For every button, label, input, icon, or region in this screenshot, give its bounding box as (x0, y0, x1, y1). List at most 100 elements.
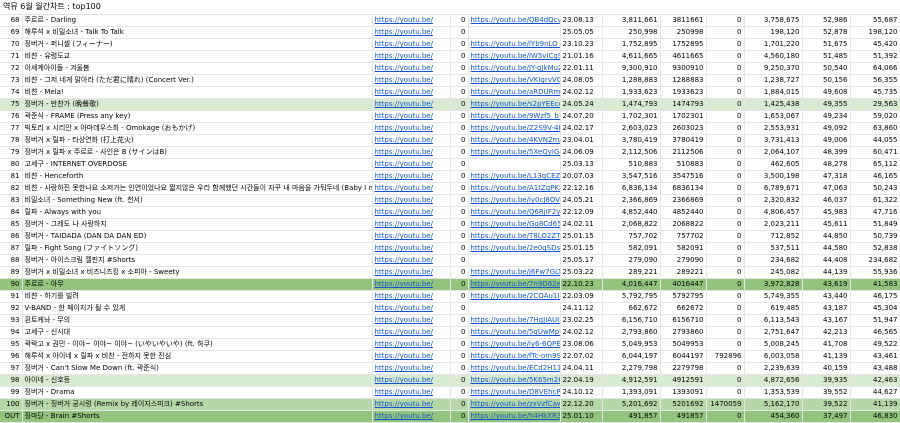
table-row[interactable]: 83 비밀소녀 - Something New (ft. 천서) https://y… (0, 194, 900, 207)
video-link-cell[interactable]: https://youtu.be/5K65m2K9hI (468, 374, 561, 387)
video-link-cell[interactable]: https://youtu.be/j6Fw7GLT8MI (468, 266, 561, 279)
short-link-cell[interactable]: https://youtu.be/ (372, 194, 451, 207)
table-row[interactable]: 95 곽락고 x 권민 - 이야~ 이야~ 이야~ (いやいやいや) (ft. 하… (0, 338, 900, 351)
video-link-cell[interactable]: https://youtu.be/L13gCEZJVRU (468, 170, 561, 183)
video-link-cell[interactable]: https://youtu.be/iy0cJ8OV1c (468, 194, 561, 207)
video-link-cell[interactable]: https://youtu.be/D8VEhcPe5lc (468, 386, 561, 399)
table-row[interactable]: 74 비챤 - Mela! https://youtu.be/0 https://yo… (0, 86, 900, 99)
short-link-cell[interactable]: https://youtu.be/ (372, 326, 451, 339)
short-link-cell[interactable]: https://youtu.be/ (372, 182, 451, 195)
video-link-cell[interactable]: https://youtu.be/9Wzf5_b1PU (468, 110, 561, 123)
short-link-cell[interactable]: https://youtu.be/ (372, 362, 451, 375)
table-row[interactable]: 72 이세계아이돌 - 겨울봄 https://youtu.be/0 https://… (0, 62, 900, 75)
video-link-cell[interactable]: https://youtu.be/VKIgrvVOpo (468, 74, 561, 87)
video-link-cell[interactable]: https://youtu.be/Z2S9V-4DMGw (468, 122, 561, 135)
video-link-cell[interactable]: https://youtu.be/2e0gSDsYueU (468, 242, 561, 255)
short-link-cell[interactable]: https://youtu.be/ (372, 314, 451, 327)
table-row[interactable]: 76 곽준식 - FRAME (Press any key) https://you… (0, 110, 900, 123)
video-link-cell[interactable]: https://youtu.be/iy6-6QPEes1k (468, 338, 561, 351)
table-row[interactable]: 89 징버거 x 비밀소녀 x 비즈니즈킹 x 소피아 - Sweety https… (0, 266, 900, 279)
short-link-cell[interactable]: https://youtu.be/ (372, 110, 451, 123)
table-row[interactable]: 68 주르르 - Darling https://youtu.be/0 https:/… (0, 15, 900, 27)
table-row[interactable]: 86 징버거 - TAIDADA (DAN DA DAN ED) https://y… (0, 230, 900, 243)
table-row[interactable]: 75 징버거 - 만찬가 (晩餐歌) https://youtu.be/0 https… (0, 98, 900, 111)
table-row[interactable]: OUT 징마당 - Brain #Shorts https://youtu.be/0… (0, 410, 900, 423)
short-link-cell[interactable]: https://youtu.be/ (372, 398, 451, 411)
table-row[interactable]: 100 징버거 - 징버거 궁시렁 (Remix by 레이지스피크) #Shor… (0, 398, 900, 411)
short-link-cell[interactable]: https://youtu.be/ (372, 254, 451, 267)
table-row[interactable]: 96 해루석 x 아이네 x 릴파 x 비찬 - 전하지 못한 진심 https:/… (0, 350, 900, 363)
table-row[interactable]: 79 징버거 x 릴파 x 주르르 - 사인은 B (サインはB) https://… (0, 146, 900, 159)
video-link-cell[interactable]: https://youtu.be/Q6RjIF2y05U (468, 206, 561, 219)
video-link-cell[interactable]: https://youtu.be/4KVN2mAKRI (468, 134, 561, 147)
video-link-cell[interactable]: https://youtu.be/Gq8Cd65rrgo (468, 218, 561, 231)
short-link-cell[interactable]: https://youtu.be/ (372, 158, 451, 171)
short-link-cell[interactable]: https://youtu.be/ (372, 302, 451, 315)
flag-cell: 0 (450, 374, 469, 387)
short-link-cell[interactable]: https://youtu.be/ (372, 242, 451, 255)
table-row[interactable]: 87 릴파 - Fight Song (ファイトソング) https://youtu… (0, 242, 900, 255)
short-link-cell[interactable]: https://youtu.be/ (372, 218, 451, 231)
short-link-cell[interactable]: https://youtu.be/ (372, 38, 451, 51)
short-link-cell[interactable]: https://youtu.be/ (372, 15, 451, 27)
table-row[interactable]: 80 고세구 - INTERNET OVERDOSE https://youtu.b… (0, 158, 900, 171)
video-link-cell[interactable]: https://youtu.be/fTc-om9SVr4 (468, 350, 561, 363)
table-row[interactable]: 90 주르르 - 아무 https://youtu.be/0 https://yout… (0, 278, 900, 291)
short-link-cell[interactable]: https://youtu.be/ (372, 350, 451, 363)
short-link-cell[interactable]: https://youtu.be/ (372, 74, 451, 87)
table-row[interactable]: 98 아이네 - 신호등 https://youtu.be/0 https://you… (0, 374, 900, 387)
table-row[interactable]: 70 징버거 - 퍼니셀 (フィーナー) https://youtu.be/0 htt… (0, 38, 900, 51)
short-link-cell[interactable]: https://youtu.be/ (372, 386, 451, 399)
short-link-cell[interactable]: https://youtu.be/ (372, 266, 451, 279)
video-link-cell[interactable]: https://youtu.be/h4HkXR3NSl4 (468, 410, 561, 423)
video-link-cell[interactable]: https://youtu.be/5qUwMpUWNLQ (468, 326, 561, 339)
video-link-cell[interactable]: https://youtu.be/ECd2H11gKFI (468, 362, 561, 375)
table-row[interactable]: 93 흰트케놔 - 무의 https://youtu.be/0 https://you… (0, 314, 900, 327)
table-row[interactable]: 82 비챤 - 사랑하진 못한나요 소저가는 인연이었나요 짧지않은 우리 함께했… (0, 182, 900, 195)
short-link-cell[interactable]: https://youtu.be/ (372, 278, 451, 291)
table-row[interactable]: 84 릴파 - Always with you https://youtu.be/0… (0, 206, 900, 219)
video-link-cell[interactable]: https://youtu.be/QB4dQcvgJPY (468, 15, 561, 27)
short-link-cell[interactable]: https://youtu.be/ (372, 410, 451, 423)
video-link-cell[interactable]: https://youtu.be/zxVzfCawDvE (468, 398, 561, 411)
short-link-cell[interactable]: https://youtu.be/ (372, 86, 451, 99)
table-row[interactable]: 94 고세구 - 신시대 https://youtu.be/0 https://you… (0, 326, 900, 339)
video-link-cell[interactable]: https://youtu.be/7n9D62eOQv0 (468, 278, 561, 291)
table-row[interactable]: 81 비챤 - Henceforth https://youtu.be/0 https… (0, 170, 900, 183)
table-row[interactable]: 97 징버거 - Can't Slow Me Down (ft. 곽준식) http… (0, 362, 900, 375)
table-row[interactable]: 91 비챤 - 하기를 빌려 https://youtu.be/0 https://y… (0, 290, 900, 303)
video-link-cell[interactable]: https://youtu.be/aRDURmIYBZ4 (468, 86, 561, 99)
video-link-cell[interactable]: https://youtu.be/7HgJIAUIICU (468, 314, 561, 327)
short-link-cell[interactable]: https://youtu.be/ (372, 26, 451, 39)
table-row[interactable]: 85 징버거 - 그레도 나 사랑하지 https://youtu.be/0 http… (0, 218, 900, 231)
video-link-cell[interactable]: https://youtu.be/JY-gJkMu2i4 (468, 62, 561, 75)
short-link-cell[interactable]: https://youtu.be/ (372, 146, 451, 159)
video-link-cell[interactable]: https://youtu.be/s2pYEEcou5I (468, 98, 561, 111)
video-link-cell[interactable]: https://youtu.be/2COAu1IKhUQ (468, 290, 561, 303)
video-link-cell[interactable]: https://youtu.be/lYb9nLO_FY (468, 38, 561, 51)
video-link-cell[interactable]: https://youtu.be/lW5vICgSSc (468, 50, 561, 63)
short-link-cell[interactable]: https://youtu.be/ (372, 50, 451, 63)
short-link-cell[interactable]: https://youtu.be/ (372, 98, 451, 111)
table-row[interactable]: 78 징버거 x 릴파 - 타상연화 (打上花火) https://youtu.be… (0, 134, 900, 147)
table-row[interactable]: 73 비챤 - 그저 네게 맑아라 (ただ君に晴れ) (Concert Ver.)… (0, 74, 900, 87)
short-link-cell[interactable]: https://youtu.be/ (372, 374, 451, 387)
table-row[interactable]: 88 징버거 - 아이스크림 젤핀지 #Shorts https://youtu.b… (0, 254, 900, 267)
short-link-cell[interactable]: https://youtu.be/ (372, 122, 451, 135)
short-link-cell[interactable]: https://youtu.be/ (372, 290, 451, 303)
video-link-cell[interactable]: https://youtu.be/5XeQyIGaQaM (468, 146, 561, 159)
video-link-cell[interactable]: https://youtu.be/T8LO2ZTfLo (468, 230, 561, 243)
short-link-cell[interactable]: https://youtu.be/ (372, 230, 451, 243)
table-row[interactable]: 71 비챤 - 유령도교 https://youtu.be/0 https://you… (0, 50, 900, 63)
table-row[interactable]: 77 빅토리 x 시리안 x 아마데우스최 - Omokage (おもかげ) htt… (0, 122, 900, 135)
video-link-cell[interactable]: https://youtu.be/A1tZgPKxgIE (468, 182, 561, 195)
short-link-cell[interactable]: https://youtu.be/ (372, 206, 451, 219)
short-link-cell[interactable]: https://youtu.be/ (372, 338, 451, 351)
short-link-cell[interactable]: https://youtu.be/ (372, 62, 451, 75)
short-link-cell[interactable]: https://youtu.be/ (372, 170, 451, 183)
short-link-cell[interactable]: https://youtu.be/ (372, 134, 451, 147)
table-row[interactable]: 69 해루석 x 비밀소녀 - Talk To Talk https://youtu… (0, 26, 900, 39)
prev-delta-cell: 51,947 (850, 314, 900, 327)
table-row[interactable]: 99 징버거 - Drama https://youtu.be/0 https://y… (0, 386, 900, 399)
table-row[interactable]: 92 V-BAND - 한 페이지가 될 수 있게 https://youtu.be… (0, 302, 900, 315)
